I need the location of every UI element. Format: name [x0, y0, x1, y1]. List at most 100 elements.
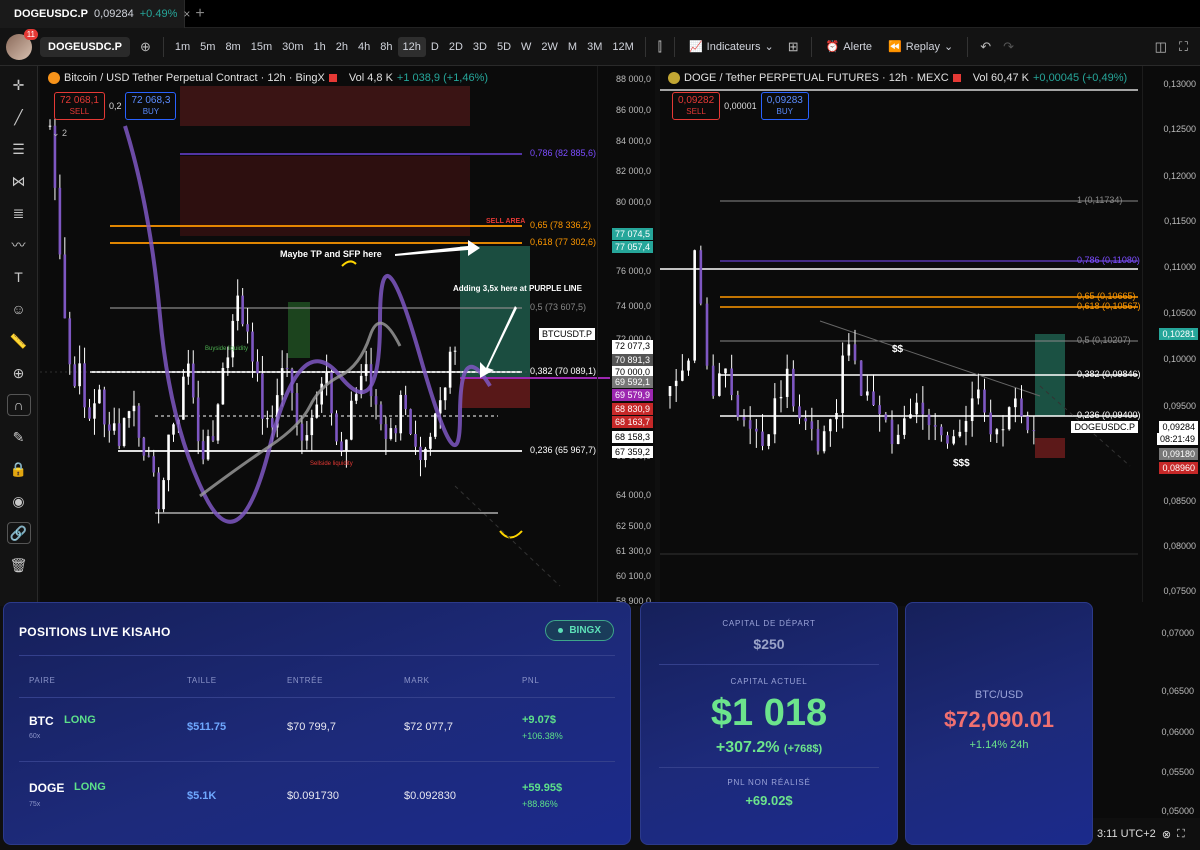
doge-candle — [804, 418, 807, 422]
eye-icon[interactable]: ◉ — [7, 490, 31, 512]
row-size: $511.75 — [187, 721, 227, 733]
btc-chart-pane[interactable]: Bitcoin / USD Tether Perpetual Contract … — [40, 66, 655, 606]
timeframe-1m[interactable]: 1m — [170, 37, 195, 57]
row-side: LONG — [64, 714, 96, 726]
doge-chart-pane[interactable]: DOGE / Tether PERPETUAL FUTURES · 12h · … — [660, 66, 1200, 606]
compare-icon[interactable]: ⊕ — [134, 39, 157, 55]
price-scale-label: 0,12000 — [1163, 171, 1196, 181]
price-tag: 0,09180 — [1159, 448, 1198, 460]
price-tag: 68 830,9 — [611, 403, 653, 415]
timeframe-5m[interactable]: 5m — [195, 37, 220, 57]
indicators-icon: 📈 — [688, 41, 703, 53]
avatar[interactable]: 11 — [6, 28, 38, 60]
pattern-icon[interactable]: ⋈ — [7, 170, 31, 192]
timeframe-list: 1m 5m 8m 15m 30m 1h 2h 4h 8h 12h D 2D 3D 5D W 2W M 3M 12M — [170, 36, 639, 57]
timeframe-m[interactable]: M — [563, 37, 582, 57]
btc-candle — [429, 436, 432, 449]
timeframe-2w[interactable]: 2W — [536, 37, 563, 57]
horizontal-lines-icon[interactable]: ☰ — [7, 138, 31, 160]
emoji-icon[interactable]: ☺ — [7, 298, 31, 320]
doge-sell-button[interactable]: 0,09282 SELL — [672, 92, 721, 120]
doge-chart-title: DOGE / Tether PERPETUAL FUTURES · 12h · … — [684, 72, 949, 84]
btc-pair-label: BTC/USD — [974, 689, 1024, 701]
btc-candle — [345, 439, 348, 451]
timeframe-5d[interactable]: 5D — [492, 37, 516, 57]
timeframe-4h[interactable]: 4h — [353, 37, 375, 57]
timeframe-15m[interactable]: 15m — [246, 37, 277, 57]
doge-candle — [668, 386, 672, 396]
btc-sell-button[interactable]: 72 068,1 SELL — [54, 92, 105, 120]
clock[interactable]: 3:11 UTC+2 — [1097, 828, 1156, 840]
fib-label: 0,786 (82 885,6) — [530, 148, 597, 158]
crosshair-icon[interactable]: ✛ — [7, 74, 31, 96]
btc-candle — [409, 409, 412, 434]
new-tab-button[interactable]: + — [185, 5, 215, 23]
doge-buy-button[interactable]: 0,09283 BUY — [760, 92, 809, 120]
timeframe-30m[interactable]: 30m — [277, 37, 308, 57]
panel-toggle-icon[interactable]: ◫ — [1149, 39, 1173, 55]
browser-tab[interactable]: DOGEUSDC.P 0,09284 +0.49% × — [0, 0, 190, 28]
lock-icon[interactable]: 🔒 — [7, 458, 31, 480]
timeframe-w[interactable]: W — [516, 37, 536, 57]
doge-sell-label: SELL — [686, 107, 706, 116]
doge-price-axis[interactable]: 0,13000 0,12500 0,12000 0,11500 0,11000 0,105… — [1071, 66, 1200, 606]
redo-icon[interactable]: ↷ — [997, 39, 1020, 55]
row-mark: $0.092830 — [404, 790, 456, 802]
doge-candle — [829, 419, 832, 432]
timeframe-8h[interactable]: 8h — [375, 37, 397, 57]
brush-icon[interactable]: 〰 — [7, 234, 31, 256]
btc-candle — [137, 405, 141, 438]
btc-spread: 0,2 — [108, 101, 122, 111]
buyside-liquidity-label: Buyside liquidity — [205, 346, 249, 352]
liquidity-dollars-label: $$$ — [953, 458, 970, 469]
fib-label: 0,65 (0,10665) — [1077, 291, 1136, 301]
trash-icon[interactable]: 🗑 — [7, 554, 31, 576]
timeframe-3d[interactable]: 3D — [468, 37, 492, 57]
undo-icon[interactable]: ↶ — [974, 39, 997, 55]
fullscreen-icon[interactable]: ⛶ — [1177, 828, 1185, 841]
layouts-icon[interactable]: ⊞ — [782, 39, 805, 55]
trendline-icon[interactable]: ╱ — [7, 106, 31, 128]
btc-candle — [191, 363, 195, 398]
magnet-icon[interactable]: ∩ — [6, 394, 31, 416]
btc-candle — [107, 424, 111, 431]
timeframe-12m[interactable]: 12M — [607, 37, 638, 57]
text-icon[interactable]: T — [7, 266, 31, 288]
timeframe-8m[interactable]: 8m — [220, 37, 245, 57]
fullscreen-icon[interactable]: ⛶ — [1173, 39, 1194, 55]
timeframe-d[interactable]: D — [426, 37, 444, 57]
timeframe-1h[interactable]: 1h — [309, 37, 331, 57]
close-icon[interactable]: ⊗ — [1162, 828, 1171, 841]
doge-coin-icon — [668, 72, 680, 84]
price-scale-label: 84 000,0 — [615, 136, 651, 146]
timeframe-2h[interactable]: 2h — [331, 37, 353, 57]
price-tag: 72 077,3 — [611, 340, 653, 352]
trendline[interactable] — [819, 320, 1041, 397]
indicators-button[interactable]: 📈 Indicateurs ⌄ — [681, 40, 782, 54]
price-scale-label: 0,08500 — [1163, 496, 1196, 506]
btc-price-axis[interactable]: 88 000,0 86 000,0 84 000,0 82 000,0 80 000,0… — [538, 66, 655, 606]
fib-label: 1 (0,11734) — [1077, 195, 1123, 205]
timeframe-2d[interactable]: 2D — [444, 37, 468, 57]
symbol-search[interactable]: DOGEUSDC.P — [40, 36, 130, 57]
doge-candle — [915, 402, 918, 415]
price-tag: 68 163,7 — [611, 416, 653, 428]
ruler-icon[interactable]: 📏 — [7, 330, 31, 352]
candle-type-icon[interactable]: ⫿ — [652, 39, 668, 55]
timeframe-3m[interactable]: 3M — [582, 37, 607, 57]
layers-toggle[interactable]: ⌄ 2 — [52, 128, 67, 139]
btc-candle — [162, 480, 165, 510]
fib-icon[interactable]: ≣ — [7, 202, 31, 224]
timeframe-12h[interactable]: 12h — [397, 36, 426, 57]
pencil-lock-icon[interactable]: ✎ — [7, 426, 31, 448]
chevron-down-icon: ⌄ — [764, 41, 774, 53]
btc-24h-change: +1.14% 24h — [969, 739, 1029, 751]
btc-chart-legend: Bitcoin / USD Tether Perpetual Contract … — [48, 72, 488, 84]
link-icon[interactable]: 🔗 — [6, 522, 31, 544]
btc-candle — [127, 411, 131, 419]
alert-button[interactable]: ⏰ Alerte — [818, 40, 880, 54]
btc-buy-button[interactable]: 72 068,3 BUY — [125, 92, 177, 120]
replay-button[interactable]: ⏪ Replay ⌄ — [880, 40, 961, 54]
zoom-icon[interactable]: ⊕ — [7, 362, 31, 384]
btc-buy-price: 72 068,3 — [131, 95, 171, 106]
